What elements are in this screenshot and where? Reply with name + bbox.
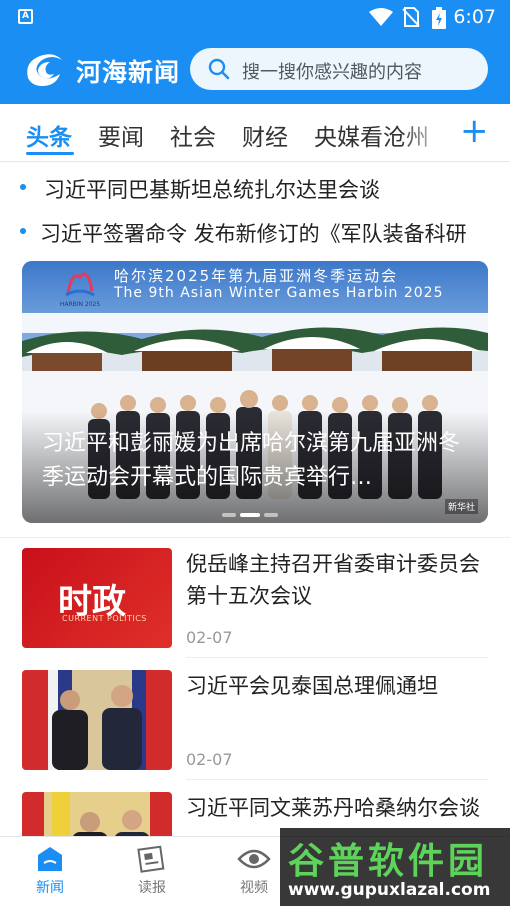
carousel-indicator bbox=[222, 502, 282, 521]
headline-item[interactable]: 习近平同巴基斯坦总统扎尔达里会谈 bbox=[0, 168, 510, 208]
banner-event-title-en: The 9th Asian Winter Games Harbin 2025 bbox=[114, 285, 444, 301]
divider bbox=[186, 779, 488, 780]
site-watermark: 谷普软件园 www.gupuxlazal.com bbox=[280, 828, 510, 906]
news-list-item[interactable]: 时政 CURRENT POLITICS 倪岳峰主持召开省委审计委员会第十五次会议… bbox=[0, 538, 510, 658]
headline-item[interactable]: 习近平签署命令 发布新修订的《军队装备科研 bbox=[0, 212, 510, 252]
news-thumbnail: 时政 CURRENT POLITICS bbox=[22, 548, 172, 648]
bullet bbox=[20, 184, 26, 190]
asian-winter-games-emblem: HARBIN 2025 bbox=[60, 272, 101, 308]
photo-credit: 新华社 bbox=[444, 499, 478, 514]
nav-label: 新闻 bbox=[36, 880, 64, 896]
add-channel-icon[interactable]: + bbox=[460, 114, 489, 148]
thumb-subtitle: CURRENT POLITICS bbox=[62, 614, 147, 623]
news-home-icon bbox=[38, 847, 62, 871]
news-date: 02-07 bbox=[186, 628, 233, 647]
banner-event-title-cn: 哈尔滨2025年第九届亚洲冬季运动会 bbox=[114, 267, 399, 285]
tab-fade bbox=[400, 104, 460, 160]
bullet bbox=[20, 228, 26, 234]
tab-finance[interactable]: 财经 bbox=[242, 118, 288, 152]
watermark-title: 谷普软件园 bbox=[288, 841, 489, 882]
carousel-dot bbox=[264, 513, 278, 517]
nav-label: 读报 bbox=[138, 880, 166, 896]
headline-text: 习近平同巴基斯坦总统扎尔达里会谈 bbox=[44, 178, 380, 202]
eye-icon bbox=[237, 849, 271, 869]
carousel-caption: 习近平和彭丽媛为出席哈尔滨第九届亚洲冬季运动会开幕式的国际贵宾举行… bbox=[42, 431, 461, 490]
nav-news[interactable]: 新闻 bbox=[20, 845, 80, 897]
emblem-text: HARBIN 2025 bbox=[60, 301, 101, 308]
headline-text: 习近平签署命令 发布新修订的《军队装备科研 bbox=[40, 222, 467, 246]
nav-video[interactable]: 视频 bbox=[224, 845, 284, 897]
no-sim-icon bbox=[402, 7, 420, 27]
category-tabs: 头条 要闻 社会 财经 央媒看沧州 + bbox=[0, 104, 510, 162]
battery-charging-icon bbox=[432, 7, 446, 29]
clock: 6:07 bbox=[453, 6, 496, 28]
featured-carousel[interactable]: HARBIN 2025 哈尔滨2025年第九届亚洲冬季运动会 The 9th A… bbox=[22, 261, 488, 523]
news-title: 倪岳峰主持召开省委审计委员会第十五次会议 bbox=[186, 552, 480, 608]
carousel-dot-active bbox=[240, 513, 260, 517]
search-placeholder: 搜一搜你感兴趣的内容 bbox=[242, 62, 422, 83]
carousel-dot bbox=[222, 513, 236, 517]
meeting-photo bbox=[22, 670, 172, 770]
tab-society[interactable]: 社会 bbox=[170, 118, 216, 152]
active-tab-indicator bbox=[26, 152, 74, 155]
nav-label: 视频 bbox=[240, 880, 268, 896]
watermark-url: www.gupuxlazal.com bbox=[288, 880, 491, 900]
news-title: 习近平会见泰国总理佩通坦 bbox=[186, 674, 438, 698]
search-icon bbox=[208, 58, 230, 80]
tab-headlines[interactable]: 头条 bbox=[26, 118, 72, 152]
news-date: 02-07 bbox=[186, 750, 233, 769]
hehai-logo-icon bbox=[27, 54, 62, 86]
news-list-item[interactable]: 习近平会见泰国总理佩通坦 02-07 bbox=[0, 660, 510, 780]
news-thumbnail bbox=[22, 670, 172, 770]
news-title: 习近平同文莱苏丹哈桑纳尔会谈 bbox=[186, 796, 480, 820]
search-bar[interactable]: 搜一搜你感兴趣的内容 bbox=[190, 48, 488, 90]
nav-newspaper[interactable]: 读报 bbox=[122, 845, 182, 897]
status-bar: A 6:07 bbox=[0, 0, 510, 34]
newspaper-icon bbox=[137, 845, 165, 873]
app-brand-title: 河海新闻 bbox=[76, 58, 181, 87]
divider bbox=[186, 657, 488, 658]
tab-important-news[interactable]: 要闻 bbox=[98, 118, 144, 152]
app-header: 河海新闻 搜一搜你感兴趣的内容 bbox=[0, 34, 510, 104]
wifi-icon bbox=[369, 8, 393, 26]
app-notification-icon: A bbox=[18, 9, 33, 24]
